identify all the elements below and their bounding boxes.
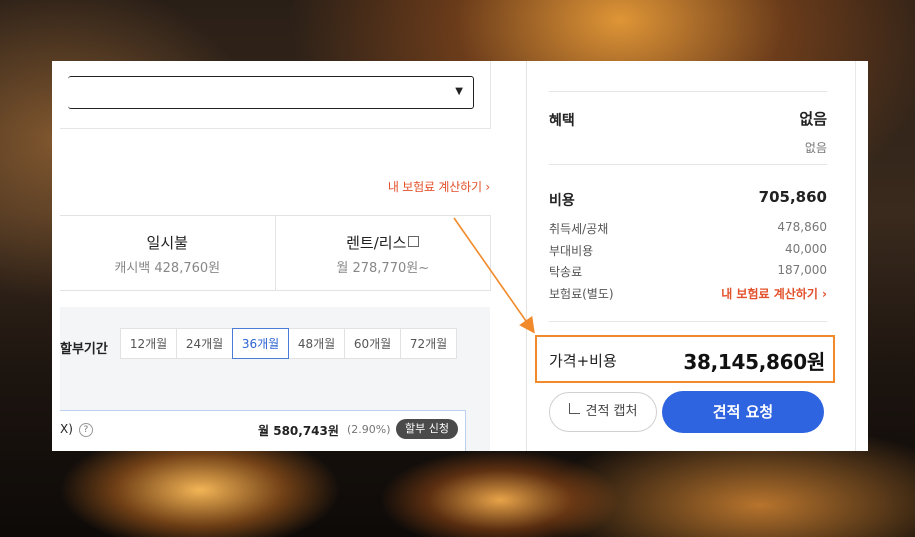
annotation-arrow xyxy=(453,217,535,334)
arrow-line xyxy=(453,217,535,334)
term-tab-36[interactable]: 36개월 xyxy=(232,328,289,359)
screenshot-panel: ▼ 내 보험료 계산하기 › 일시불 캐시백 428,760원 렌트/리스 월 … xyxy=(52,61,868,451)
